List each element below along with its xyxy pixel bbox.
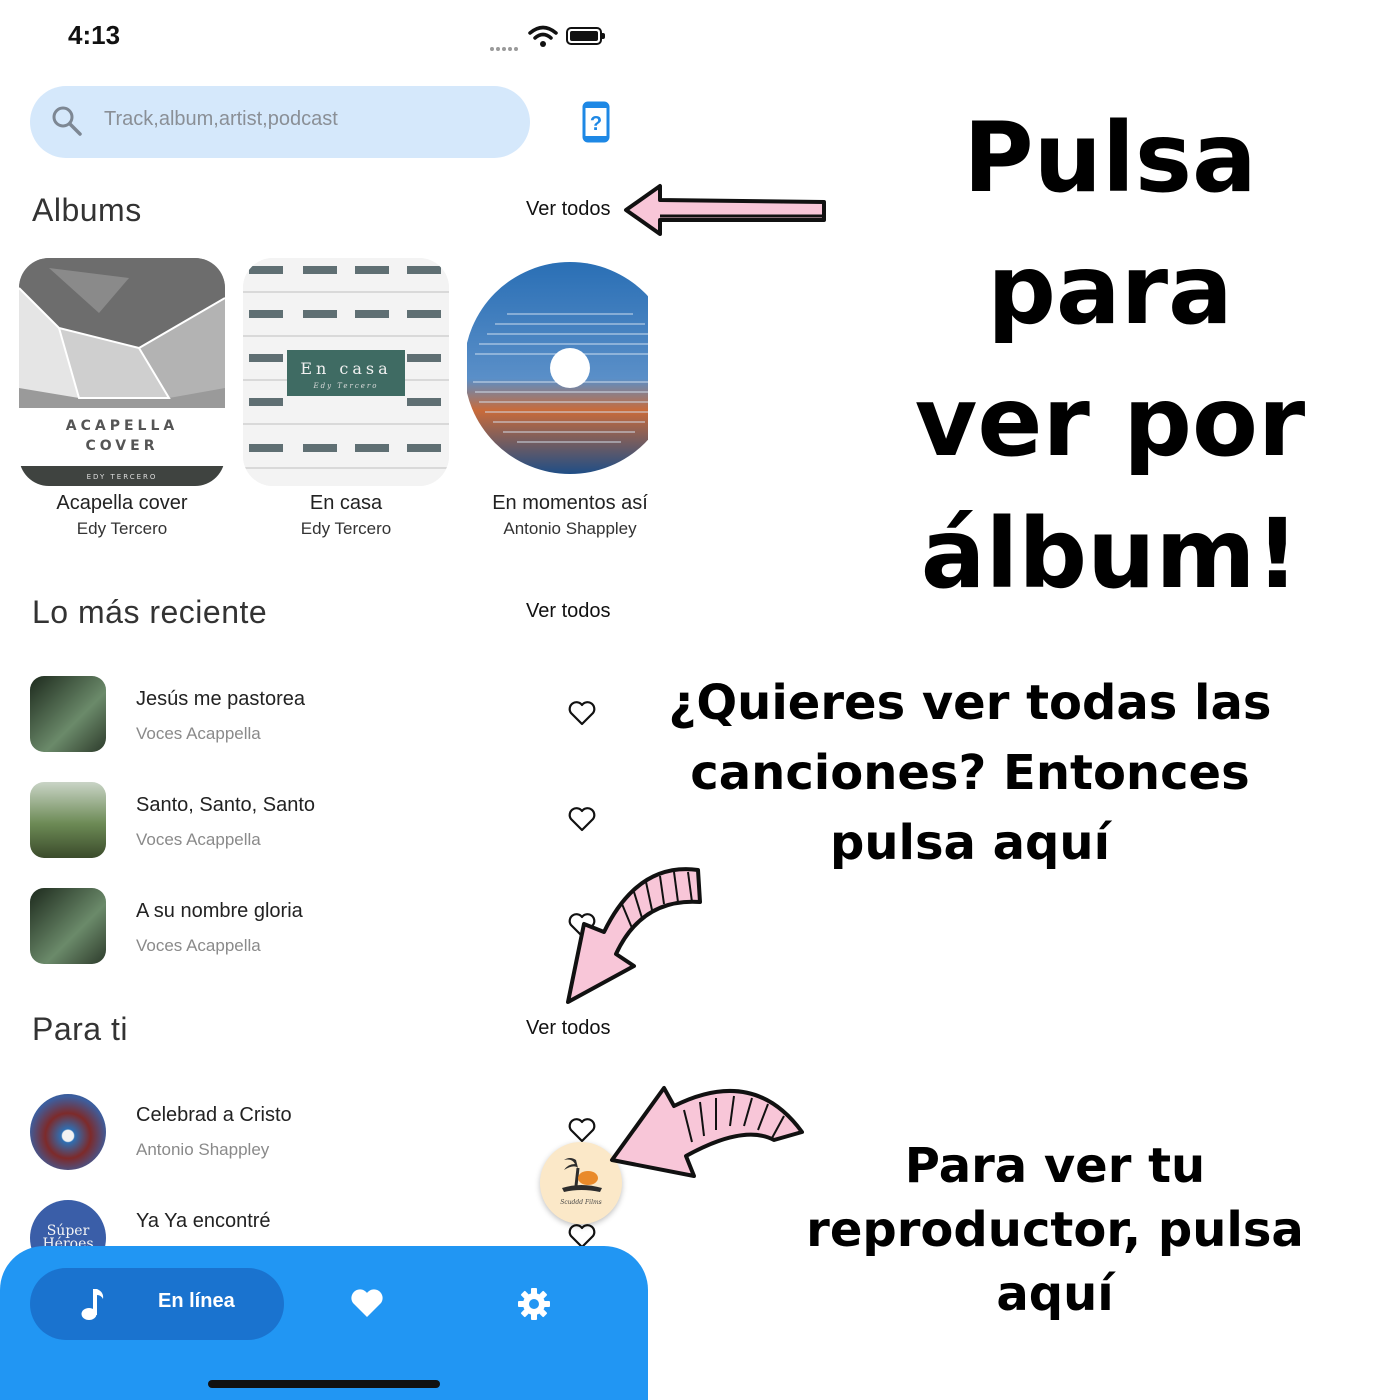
song-row[interactable]: Santo, Santo, Santo Voces Acappella: [0, 780, 640, 860]
recent-see-all-link[interactable]: Ver todos: [526, 600, 611, 623]
music-note-icon: [81, 1289, 104, 1320]
settings-gear-icon[interactable]: [517, 1287, 551, 1321]
for-you-see-all-link[interactable]: Ver todos: [526, 1017, 611, 1040]
album-art-cd: [464, 262, 648, 474]
cover-artist-text: Edy Tercero: [312, 382, 378, 390]
album-art-geometric: ACAPELLA COVER EDY TERCERO: [19, 258, 225, 486]
status-time: 4:13: [68, 20, 121, 50]
favorites-tab-heart-icon[interactable]: [350, 1288, 384, 1318]
song-thumbnail: [30, 888, 106, 964]
albums-callout-line3: álbum!: [920, 498, 1300, 610]
song-row[interactable]: A su nombre gloria Voces Acappella: [0, 886, 640, 966]
song-title: Celebrad a Cristo: [136, 1104, 292, 1126]
nav-tab-online[interactable]: [30, 1268, 284, 1340]
song-title: Santo, Santo, Santo: [136, 794, 316, 816]
album-card-en-casa[interactable]: En casa Edy Tercero En casa Edy Tercero: [243, 258, 449, 539]
song-artist: Antonio Shappley: [136, 1140, 270, 1159]
song-title: Ya Ya encontré: [136, 1210, 271, 1232]
album-title: En momentos así: [492, 492, 648, 514]
recent-section-title: Lo más reciente: [32, 594, 268, 630]
album-artist: Edy Tercero: [300, 519, 392, 538]
arrow-left-icon: [624, 184, 826, 236]
album-cover: [464, 258, 648, 486]
phone-help-icon[interactable]: ?: [582, 101, 610, 143]
album-artist: Antonio Shappley: [503, 519, 637, 538]
album-cover: En casa Edy Tercero: [243, 258, 449, 486]
song-title: Jesús me pastorea: [136, 688, 305, 710]
nav-tab-online-label: En línea: [158, 1290, 235, 1312]
player-callout-line2: reproductor, pulsa aquí: [806, 1202, 1304, 1322]
search-input[interactable]: [104, 104, 504, 134]
favorite-heart-icon[interactable]: [568, 700, 596, 726]
song-thumbnail: [30, 782, 106, 858]
song-row[interactable]: Celebrad a Cristo Antonio Shappley: [0, 1092, 640, 1172]
curved-arrow-icon: [566, 867, 702, 1004]
songs-callout-line2: canciones? Entonces: [690, 745, 1250, 801]
cellular-signal-icon: [490, 38, 520, 56]
album-artist: Edy Tercero: [76, 519, 168, 538]
favorite-heart-icon[interactable]: [568, 806, 596, 832]
song-artist: Voces Acappella: [136, 724, 261, 743]
favorite-heart-icon[interactable]: [568, 1117, 596, 1143]
albums-section-title: Albums: [32, 192, 142, 228]
cover-text-line1: ACAPELLA: [66, 418, 178, 434]
home-indicator: [208, 1380, 440, 1388]
app-screen: 4:13 ? Albums Ver todos: [0, 0, 648, 1400]
curved-arrow-icon: [610, 1086, 804, 1178]
search-icon: [52, 106, 82, 136]
album-title: En casa: [309, 492, 383, 514]
albums-callout: Pulsa para ver por álbum!: [826, 92, 1394, 620]
svg-text:?: ?: [590, 113, 602, 135]
albums-callout-line2: ver por: [914, 366, 1306, 478]
player-callout-line1: Para ver tu: [904, 1138, 1206, 1194]
cover-text-line2: COVER: [86, 438, 159, 454]
cover-footer-text: EDY TERCERO: [87, 473, 158, 481]
song-artist: Voces Acappella: [136, 830, 261, 849]
song-thumbnail: [30, 1094, 106, 1170]
album-card-en-momentos-asi[interactable]: En momentos así Antonio Shappley: [464, 258, 648, 539]
albums-callout-line1: Pulsa para: [963, 102, 1257, 346]
album-art-building: En casa Edy Tercero: [243, 258, 449, 486]
song-title: A su nombre gloria: [136, 900, 303, 922]
album-cover: ACAPELLA COVER EDY TERCERO: [19, 258, 225, 486]
for-you-section-title: Para ti: [32, 1011, 128, 1047]
song-row[interactable]: Jesús me pastorea Voces Acappella: [0, 674, 640, 754]
wifi-icon: [528, 25, 558, 47]
songs-callout-line1: ¿Quieres ver todas las: [668, 675, 1272, 731]
cover-title-text: En casa: [300, 359, 391, 378]
svg-text:Scuddd Films: Scuddd Films: [560, 1199, 602, 1206]
songs-callout: ¿Quieres ver todas las canciones? Entonc…: [652, 668, 1288, 878]
album-title: Acapella cover: [56, 492, 188, 514]
albums-see-all-link[interactable]: Ver todos: [526, 198, 611, 221]
battery-icon: [566, 27, 605, 45]
album-card-acapella-cover[interactable]: ACAPELLA COVER EDY TERCERO Acapella cove…: [19, 258, 225, 539]
player-callout: Para ver tu reproductor, pulsa aquí: [740, 1134, 1370, 1326]
song-artist: Voces Acappella: [136, 936, 261, 955]
song-thumbnail: [30, 676, 106, 752]
songs-callout-line3: pulsa aquí: [829, 815, 1111, 871]
